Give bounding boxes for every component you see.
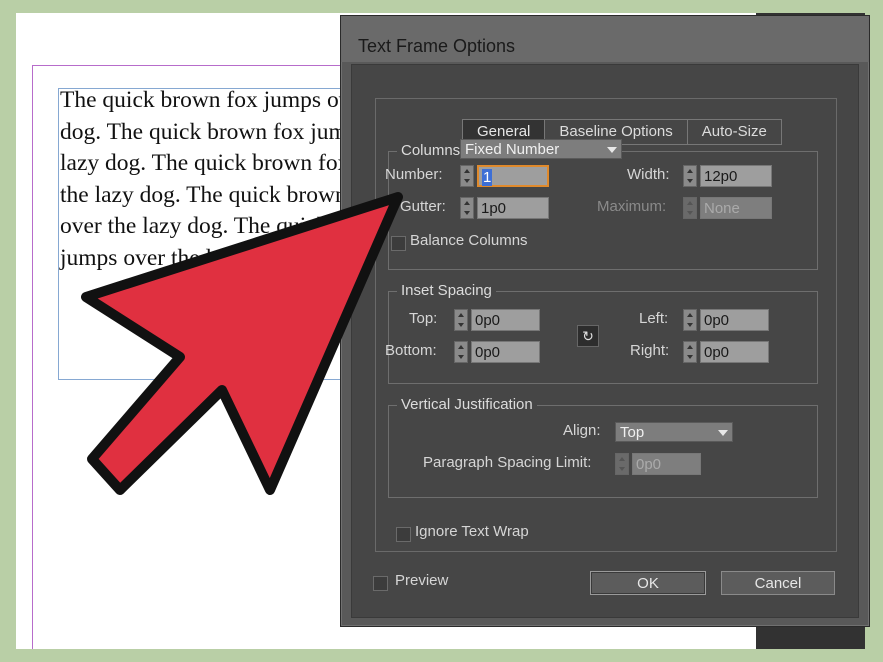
arrow-shape: [81, 192, 403, 495]
red-arrow-annotation: [81, 192, 403, 495]
